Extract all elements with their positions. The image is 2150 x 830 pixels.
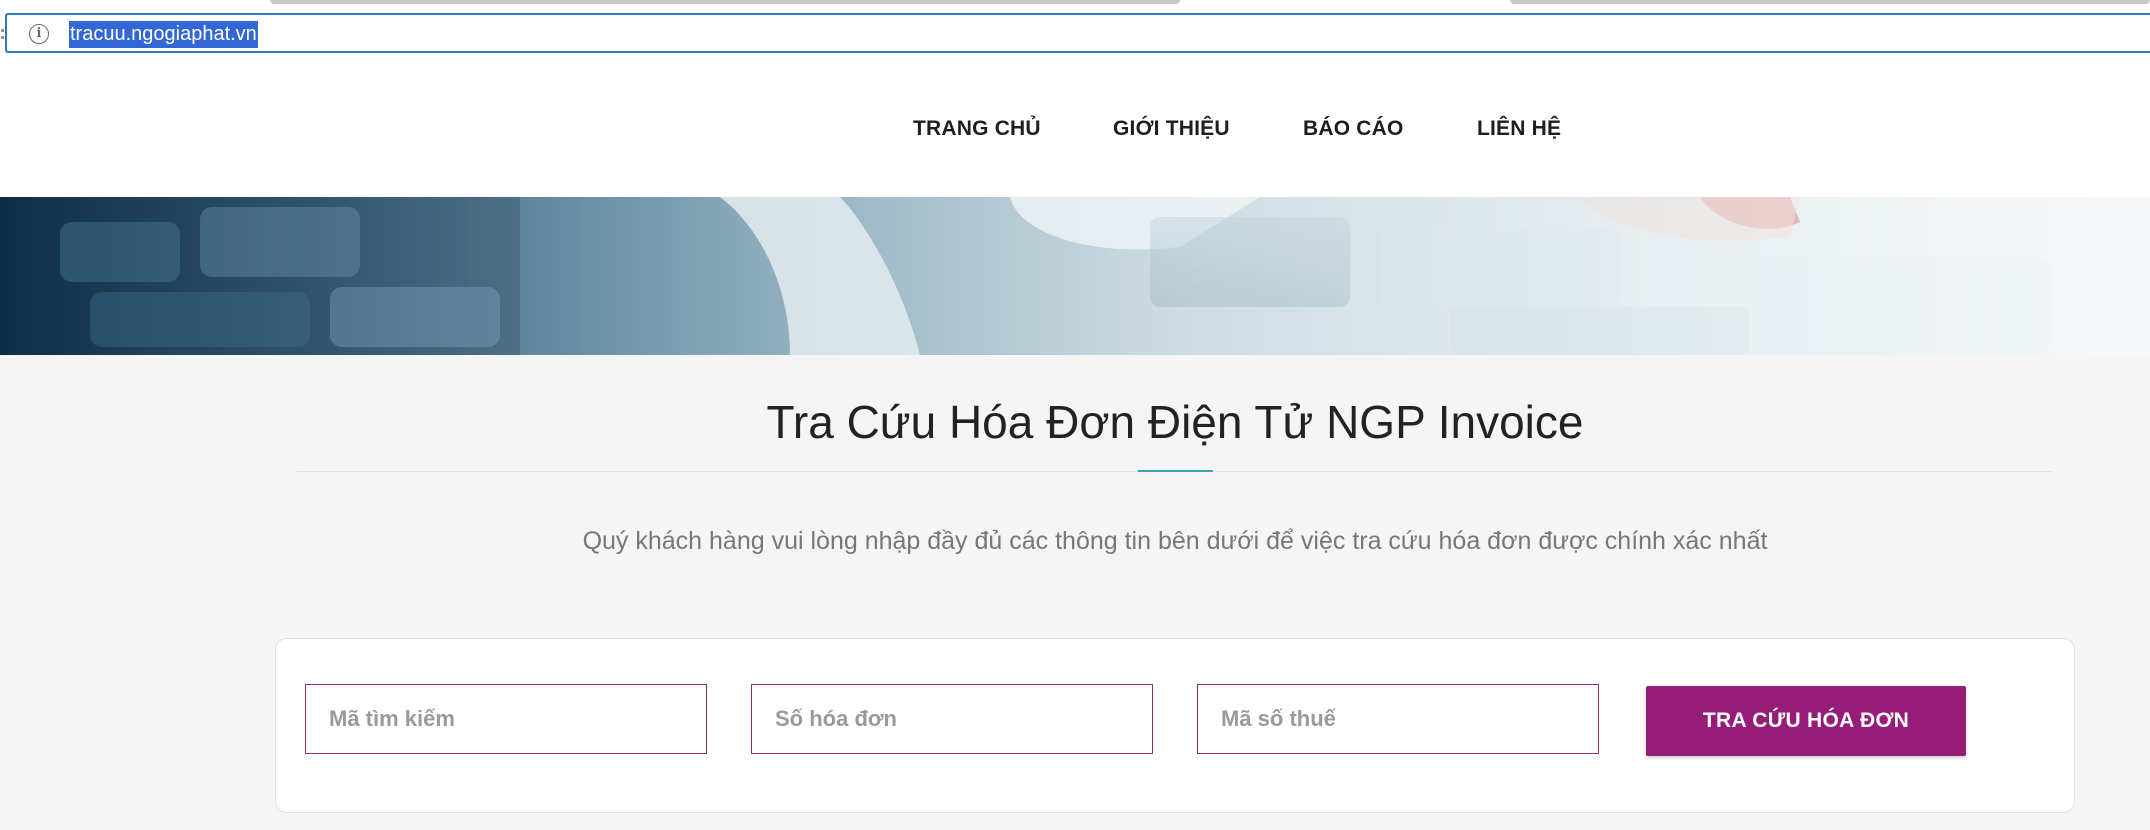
title-accent-line bbox=[1138, 470, 1213, 472]
search-code-input[interactable] bbox=[305, 684, 707, 754]
tax-code-input[interactable] bbox=[1197, 684, 1599, 754]
search-invoice-button[interactable]: TRA CỨU HÓA ĐƠN bbox=[1646, 686, 1966, 756]
address-url[interactable]: tracuu.ngogiaphat.vn bbox=[69, 21, 258, 48]
page-title: Tra Cứu Hóa Đơn Điện Tử NGP Invoice bbox=[766, 396, 1584, 448]
nav-item-about[interactable]: GIỚI THIỆU bbox=[1113, 117, 1230, 141]
banner-image bbox=[0, 197, 2150, 355]
browser-toolbar: i tracuu.ngogiaphat.vn bbox=[0, 0, 2150, 62]
site-header: TRANG CHỦ GIỚI THIỆU BÁO CÁO LIÊN HỆ bbox=[0, 62, 2150, 197]
browser-tab[interactable] bbox=[1510, 0, 2150, 4]
info-icon[interactable]: i bbox=[29, 24, 49, 44]
address-bar[interactable]: i tracuu.ngogiaphat.vn bbox=[1, 13, 2150, 53]
search-form: TRA CỨU HÓA ĐƠN bbox=[275, 638, 2075, 813]
drag-handle-icon bbox=[1, 29, 4, 39]
browser-tab[interactable] bbox=[270, 0, 1180, 4]
page-subtitle: Quý khách hàng vui lòng nhập đầy đủ các … bbox=[582, 527, 1768, 555]
nav-item-home[interactable]: TRANG CHỦ bbox=[913, 117, 1041, 141]
nav-item-reports[interactable]: BÁO CÁO bbox=[1303, 117, 1404, 141]
banner-illustration bbox=[0, 197, 2150, 355]
nav-item-contact[interactable]: LIÊN HỆ bbox=[1477, 117, 1561, 141]
invoice-number-input[interactable] bbox=[751, 684, 1153, 754]
main-nav: TRANG CHỦ GIỚI THIỆU BÁO CÁO LIÊN HỆ bbox=[0, 117, 2150, 147]
